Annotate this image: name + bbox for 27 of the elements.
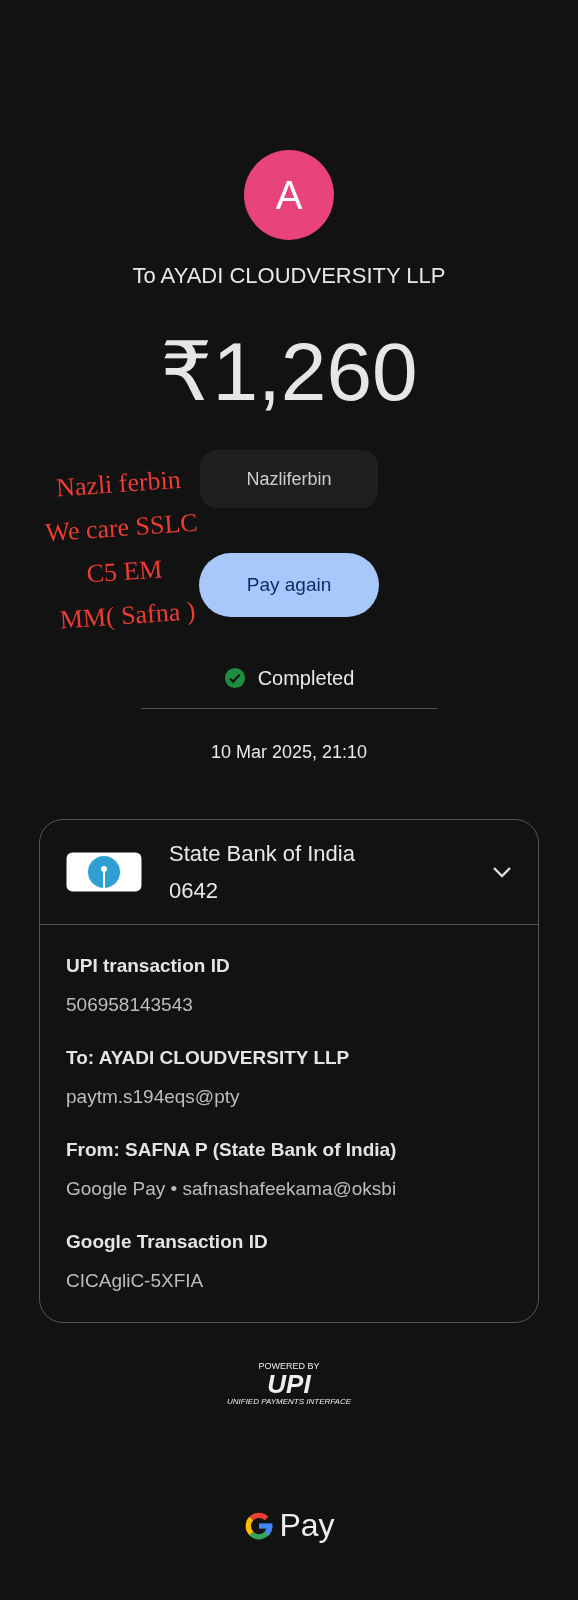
pay-again-button[interactable]: Pay again: [199, 553, 379, 617]
status-label: Completed: [257, 666, 355, 690]
avatar: A: [244, 150, 334, 240]
chevron-down-icon[interactable]: [492, 866, 512, 878]
account-number: 0642: [169, 877, 219, 905]
handwritten-note: C5 EM: [84, 553, 165, 591]
handwritten-note: We care SSLC: [43, 506, 200, 550]
recipient-title: To AYADI CLOUDVERSITY LLP: [132, 262, 446, 290]
detail-value: paytm.s194eqs@pty: [66, 1085, 241, 1109]
detail-label: To: AYADI CLOUDVERSITY LLP: [66, 1046, 351, 1070]
detail-label: From: SAFNA P (State Bank of India): [66, 1138, 398, 1162]
handwritten-note: MM( Safna ): [57, 595, 198, 637]
detail-value: CICAgliC-5XFIA: [66, 1269, 205, 1293]
upi-caption: UNIFIED PAYMENTS INTERFACE: [227, 1397, 351, 1407]
amount: ₹1,260: [160, 327, 418, 417]
handwritten-note: Nazli ferbin: [54, 463, 183, 505]
payment-note: Nazliferbin: [200, 450, 378, 508]
brand-name: Pay: [279, 1507, 335, 1544]
bank-name: State Bank of India: [169, 840, 356, 868]
powered-by-label: POWERED BY: [258, 1361, 320, 1371]
upi-logo: UPI: [267, 1371, 311, 1397]
detail-label: Google Transaction ID: [66, 1230, 269, 1254]
detail-label: UPI transaction ID: [66, 954, 231, 978]
detail-value: Google Pay • safnashafeekama@oksbi: [66, 1177, 398, 1201]
date-time: 10 Mar 2025, 21:10: [210, 741, 368, 764]
detail-value: 506958143543: [66, 993, 194, 1017]
bank-logo-icon: [66, 852, 142, 892]
